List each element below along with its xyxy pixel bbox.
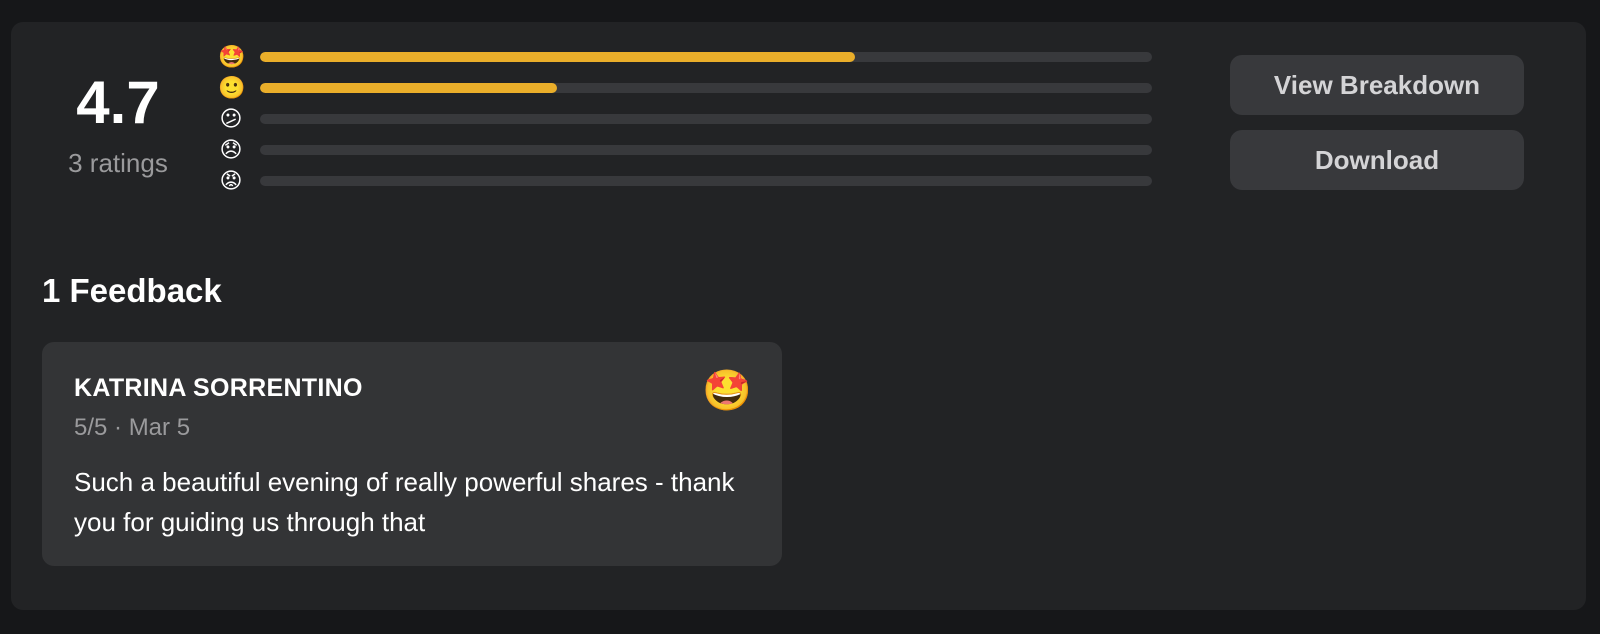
rating-bar-track [260,52,1152,62]
rating-bar-track [260,176,1152,186]
ratings-count: 3 ratings [68,148,168,178]
feedback-card: KATRINA SORRENTINO 5/5 · Mar 5 🤩 Such a … [42,342,782,566]
rating-bar-track [260,114,1152,124]
slightly-smiling-emoji-icon: 🙂 [218,75,246,100]
ratings-panel: 4.7 3 ratings 🤩 🙂 😕 😞 😡 View Breakdown D… [11,22,1586,610]
rating-bar-row: 😡 [218,166,1178,196]
rating-bar-track [260,145,1152,155]
star-struck-emoji-icon: 🤩 [218,44,246,69]
rating-bar-row: 🙂 [218,73,1178,103]
view-breakdown-button[interactable]: View Breakdown [1230,55,1524,115]
feedback-text: Such a beautiful evening of really power… [74,467,735,537]
angry-emoji-icon: 😡 [219,168,243,193]
rating-bar-fill [260,83,558,93]
rating-bar-row: 😞 [218,135,1178,165]
rating-bar-track [260,83,1152,93]
star-struck-emoji-icon: 🤩 [702,369,752,413]
feedback-meta: 5/5 · Mar 5 [74,414,191,441]
rating-bar-row: 😕 [218,104,1178,134]
rating-bar-fill [260,52,855,62]
feedback-heading: 1 Feedback [42,272,222,309]
confused-emoji-icon: 😕 [219,106,243,131]
download-button[interactable]: Download [1230,130,1524,190]
reviewer-name: KATRINA SORRENTINO [74,374,363,402]
rating-summary: 4.7 3 ratings [58,70,178,179]
average-rating: 4.7 [76,69,160,136]
rating-bar-row: 🤩 [218,42,1178,72]
disappointed-emoji-icon: 😞 [219,137,243,162]
